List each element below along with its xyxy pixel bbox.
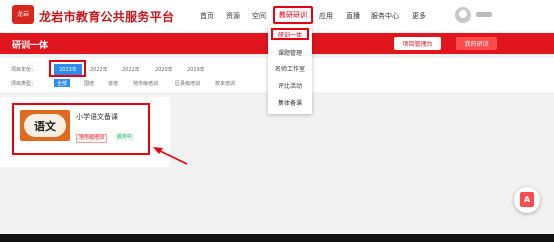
site-title[interactable]: 龙岩市教育公共服务平台 — [39, 8, 174, 25]
logo-text: 龙岩 — [16, 10, 29, 18]
type-option-national[interactable]: 国培 — [84, 80, 94, 87]
course-title[interactable]: 小学语文备课 — [76, 112, 118, 122]
nav-live[interactable]: 直播 — [346, 11, 360, 21]
dropdown-item-evaluation[interactable]: 评比活动 — [268, 81, 312, 90]
type-filter-label: 项目类型： — [11, 81, 37, 87]
nav-teaching-research[interactable]: 教研研训 — [273, 6, 313, 24]
type-option-school[interactable]: 校本培训 — [215, 80, 235, 87]
year-option-2022[interactable]: 2022年 — [90, 66, 108, 73]
assistant-icon: A — [520, 192, 534, 207]
type-option-provincial[interactable]: 省培 — [108, 80, 118, 87]
nav-home[interactable]: 首页 — [200, 11, 214, 21]
project-management-button[interactable]: 项目管理台 — [394, 37, 441, 50]
nav-service-center[interactable]: 服务中心 — [371, 11, 399, 21]
status-badge: 服务中 — [115, 134, 135, 141]
year-filter-label: 项目年份： — [11, 67, 37, 73]
year-option-2019[interactable]: 2019年 — [187, 66, 205, 73]
year-option-2020[interactable]: 2020年 — [155, 66, 173, 73]
platform-logo[interactable]: 龙岩 — [12, 5, 34, 24]
level-tag: 地市级培训 — [76, 134, 108, 143]
type-option-county[interactable]: 区县级培训 — [175, 80, 200, 87]
floating-assistant-button[interactable]: A — [514, 187, 540, 213]
dropdown-item-training-integration[interactable]: 研训一体 — [271, 28, 309, 40]
page-title: 研训一体 — [12, 41, 49, 51]
user-avatar[interactable] — [455, 7, 471, 23]
nav-apps[interactable]: 应用 — [319, 11, 333, 21]
type-option-all[interactable]: 全部 — [54, 79, 70, 87]
year-option-2021[interactable]: 2021年 — [122, 66, 140, 73]
nav-more[interactable]: 更多 — [412, 11, 426, 21]
user-name-placeholder[interactable] — [476, 12, 492, 17]
year-highlight-box — [49, 60, 86, 77]
dropdown-item-group-lesson-prep[interactable]: 集体备课 — [268, 98, 312, 107]
type-option-city[interactable]: 地市级培训 — [133, 80, 158, 87]
page-footer — [0, 234, 554, 242]
nav-resources[interactable]: 资源 — [226, 11, 240, 21]
dropdown-item-master-studio[interactable]: 名师工作室 — [268, 64, 312, 73]
dropdown-item-topic-management[interactable]: 课题管理 — [268, 48, 312, 57]
annotation-arrow-icon — [153, 147, 188, 165]
nav-space[interactable]: 空间 — [252, 11, 266, 21]
course-thumbnail[interactable]: 语文 — [20, 110, 70, 141]
my-training-button[interactable]: 我的研训 — [456, 37, 497, 50]
thumbnail-text: 语文 — [24, 114, 66, 137]
